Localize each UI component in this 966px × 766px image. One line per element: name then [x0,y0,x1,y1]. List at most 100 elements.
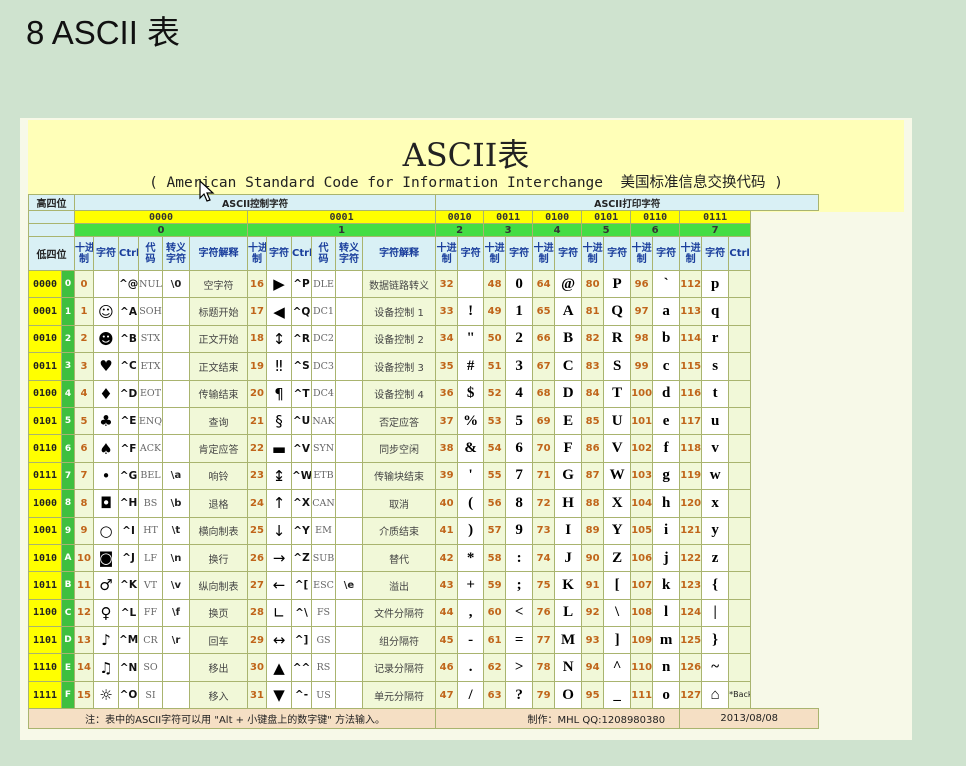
col-header-char: 字符 [266,236,292,271]
escape-sequence [162,297,190,326]
dec-value: 114 [679,324,703,354]
printable-char: . [457,653,485,682]
printable-char: K [554,571,583,600]
printable-char: m [652,626,681,655]
page-title: 8 ASCII 表 [26,14,181,51]
escape-sequence [162,680,190,710]
low-bits-label: 低四位 [28,236,75,271]
dec-value: 16 [247,269,267,299]
printable-char: = [505,626,534,655]
printable-char: ! [457,297,485,326]
control-code: CAN [311,489,336,518]
dec-value: 102 [630,434,654,463]
dec-value: 112 [679,269,703,299]
col-header-dec: 十进制 [435,236,459,271]
ctrl-empty-cell [728,297,752,326]
char-glyph: ‼ [266,352,292,381]
printable-char: 5 [505,406,534,436]
ctrl-key: ^M [118,626,139,655]
dec-value: 75 [532,571,556,600]
ctrl-key: ^X [291,489,312,518]
dec-value: 19 [247,352,267,381]
printable-char: _ [603,680,632,710]
escape-sequence [162,352,190,381]
col-header-escape: 转义 字符 [335,236,363,271]
printable-char: k [652,571,681,600]
char-glyph: ↔ [266,626,292,655]
char-explanation: 移出 [189,653,248,682]
high-nibble-hex: 3 [483,223,534,237]
footer-date: 2013/08/08 [679,708,820,730]
dec-value: 84 [581,379,605,408]
high-nibble-binary: 0111 [679,210,752,224]
dec-value: 17 [247,297,267,326]
dec-value: 33 [435,297,459,326]
escape-sequence [162,379,190,408]
dec-value: 39 [435,461,459,491]
printable-char: u [701,406,730,436]
dec-value: 94 [581,653,605,682]
printable-char: $ [457,379,485,408]
char-glyph: ▶ [266,269,292,299]
printable-char: / [457,680,485,710]
dec-value: 89 [581,516,605,545]
dec-value: 72 [532,489,556,518]
printable-char: 2 [505,324,534,354]
dec-value: 108 [630,598,654,628]
printable-char: P [603,269,632,299]
printable-char: 0 [505,269,534,299]
corner-cell [28,210,75,224]
control-code: DC3 [311,352,336,381]
ctrl-key: ^G [118,461,139,491]
dec-value: 105 [630,516,654,545]
printable-char: c [652,352,681,381]
col-header-dec: 十进制 [74,236,94,271]
dec-value: 18 [247,324,267,354]
high-nibble-hex: 6 [630,223,681,237]
char-explanation: 肯定应答 [189,434,248,463]
low-nibble-binary: 1101 [28,626,62,655]
dec-value: 107 [630,571,654,600]
char-explanation: 溢出 [361,571,437,600]
printable-char: ( [457,489,485,518]
printable-char: L [554,598,583,628]
char-explanation: 传输块结束 [361,461,437,491]
char-glyph: ♠ [93,434,119,463]
printable-char: H [554,489,583,518]
low-nibble-binary: 0010 [28,324,62,354]
ctrl-key: ^Y [291,516,312,545]
dec-value: 3 [74,352,94,381]
char-explanation: 设备控制 4 [361,379,437,408]
col-header-code: 代码 [311,236,336,271]
dec-value: 51 [483,352,507,381]
col-header-escape: 转义 字符 [162,236,190,271]
escape-sequence [335,489,363,518]
dec-value: 80 [581,269,605,299]
dec-value: 40 [435,489,459,518]
dec-value: 45 [435,626,459,655]
printable-char: 3 [505,352,534,381]
ctrl-key: ^I [118,516,139,545]
dec-value: 82 [581,324,605,354]
dec-value: 62 [483,653,507,682]
char-explanation: 回车 [189,626,248,655]
low-nibble-hex: 6 [61,434,75,463]
char-glyph: • [93,461,119,491]
dec-value: 93 [581,626,605,655]
high-nibble-binary: 0000 [74,210,248,224]
char-glyph: ← [266,571,292,600]
low-nibble-binary: 0000 [28,269,62,299]
ascii-table: 高四位 ASCII控制字符 ASCII打印字符 0000 0001 0010 0011 010… [27,194,820,730]
dec-value: 52 [483,379,507,408]
col-header-char: 字符 [505,236,534,271]
ctrl-key: ^R [291,324,312,354]
low-nibble-binary: 0011 [28,352,62,381]
dec-value: 23 [247,461,267,491]
high-nibble-binary: 0010 [435,210,485,224]
control-code: GS [311,626,336,655]
char-glyph: ▬ [266,434,292,463]
dec-value: 0 [74,269,94,299]
dec-value: 86 [581,434,605,463]
col-header-explain: 字符解释 [361,236,437,271]
escape-sequence [162,434,190,463]
